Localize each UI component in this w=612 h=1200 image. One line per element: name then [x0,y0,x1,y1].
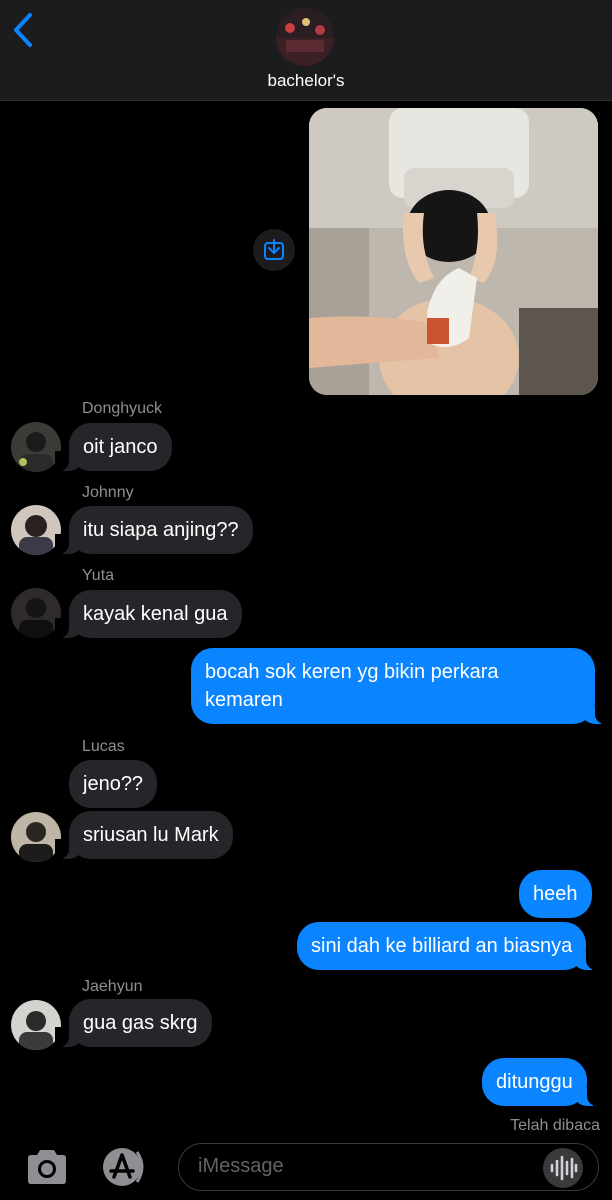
message-bubble-incoming[interactable]: kayak kenal gua [55,590,242,638]
message-bubble-outgoing[interactable]: heeh [519,870,592,918]
message-bubble-incoming[interactable]: oit janco [55,423,172,471]
avatar[interactable] [11,505,61,555]
avatar[interactable] [11,1000,61,1050]
message-bubble-incoming[interactable]: gua gas skrg [55,999,212,1047]
camera-icon[interactable] [24,1148,70,1186]
message-bubble-incoming[interactable]: sriusan lu Mark [55,811,233,859]
sender-name: Lucas [82,738,125,755]
avatar[interactable] [11,812,61,862]
sender-name: Jaehyun [82,978,143,995]
chat-header: bachelor's [0,0,612,101]
avatar[interactable] [11,422,61,472]
save-download-icon[interactable] [253,229,295,271]
message-bubble-incoming[interactable]: itu siapa anjing?? [55,506,253,554]
message-bubble-incoming[interactable]: jeno?? [69,760,158,808]
group-name[interactable]: bachelor's [0,71,612,91]
app-store-icon[interactable] [97,1146,149,1188]
message-input-placeholder: iMessage [198,1155,284,1177]
sender-name: Johnny [82,484,134,501]
shared-photo[interactable] [309,108,598,395]
group-avatar[interactable] [276,8,334,66]
back-chevron-icon[interactable] [8,12,40,48]
message-bubble-outgoing[interactable]: sini dah ke billiard an biasnya [297,922,601,970]
avatar[interactable] [11,588,61,638]
sender-name: Donghyuck [82,400,163,417]
message-bubble-outgoing[interactable]: ditunggu [482,1058,601,1106]
message-bubble-outgoing[interactable]: bocah sok keren yg bikin perkara kemaren [191,648,609,724]
audio-waveform-icon[interactable] [543,1148,583,1188]
sender-name: Yuta [82,567,115,584]
